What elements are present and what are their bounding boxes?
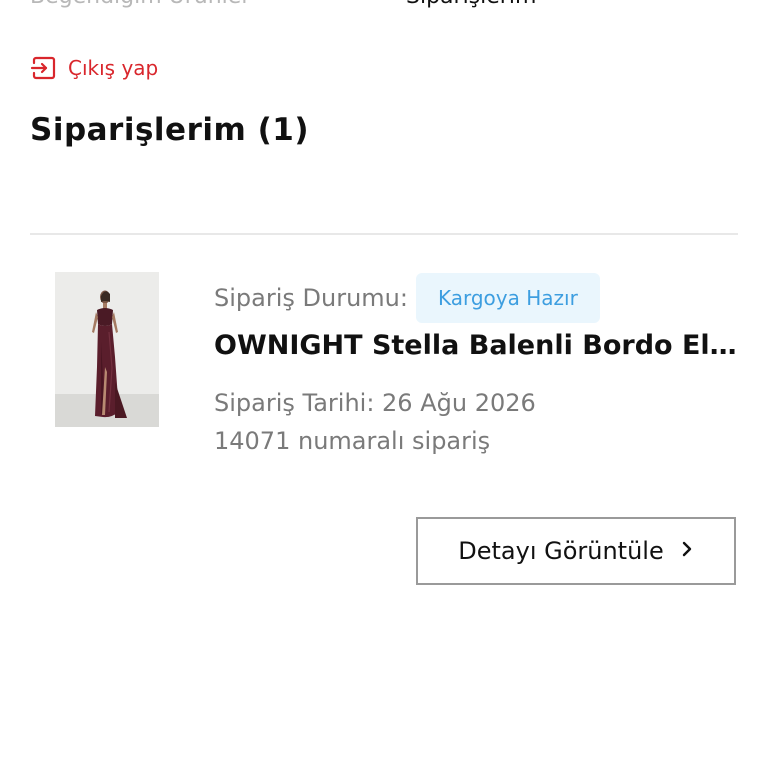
- tab-orders[interactable]: Siparişlerim: [406, 0, 536, 9]
- divider: [30, 233, 738, 235]
- order-info: Sipariş Durumu: Kargoya Hazır OWNIGHT St…: [214, 272, 744, 455]
- status-badge: Kargoya Hazır: [415, 273, 600, 323]
- account-tabs: Beğendiğim Ürünler Siparişlerim: [30, 0, 738, 18]
- logout-label: Çıkış yap: [68, 56, 159, 80]
- order-date: Sipariş Tarihi: 26 Ağu 2026: [214, 389, 536, 417]
- chevron-right-icon: [680, 540, 694, 562]
- page-title: Siparişlerim (1): [30, 112, 309, 148]
- order-status-row: Sipariş Durumu: Kargoya Hazır: [214, 272, 744, 324]
- product-name[interactable]: OWNIGHT Stella Balenli Bordo El...: [214, 330, 738, 361]
- order-number: 14071 numaralı sipariş: [214, 427, 491, 455]
- logout-link[interactable]: Çıkış yap: [30, 54, 158, 82]
- view-details-label: Detayı Görüntüle: [458, 537, 664, 565]
- order-status-label: Sipariş Durumu:: [214, 284, 408, 312]
- product-image[interactable]: [55, 272, 159, 427]
- view-details-button[interactable]: Detayı Görüntüle: [416, 517, 736, 585]
- tab-favorites[interactable]: Beğendiğim Ürünler: [30, 0, 250, 9]
- logout-icon: [30, 54, 58, 82]
- order-card: Sipariş Durumu: Kargoya Hazır OWNIGHT St…: [0, 272, 768, 602]
